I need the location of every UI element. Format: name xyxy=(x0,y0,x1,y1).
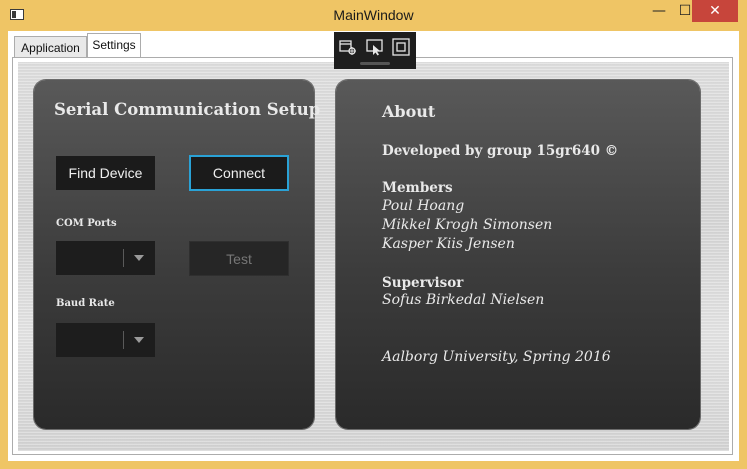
supervisor-heading: Supervisor xyxy=(382,275,464,291)
toolbar-grip[interactable] xyxy=(360,62,390,65)
window-title: MainWindow xyxy=(333,7,414,23)
tab-settings[interactable]: Settings xyxy=(87,33,141,58)
find-device-button[interactable]: Find Device xyxy=(56,156,155,190)
chevron-down-icon[interactable] xyxy=(134,337,144,343)
about-title: About xyxy=(382,102,436,121)
members-heading: Members xyxy=(382,180,453,196)
about-panel: About Developed by group 15gr640 © Membe… xyxy=(336,80,700,429)
developed-by-text: Developed by group 15gr640 © xyxy=(382,143,619,159)
layout-adorner-icon[interactable] xyxy=(392,38,410,56)
test-button[interactable]: Test xyxy=(189,241,289,276)
supervisor-name: Sofus Birkedal Nielsen xyxy=(382,292,545,308)
connect-button[interactable]: Connect xyxy=(189,155,289,191)
university-footer: Aalborg University, Spring 2016 xyxy=(382,349,611,365)
serial-setup-panel: Serial Communication Setup Find Device C… xyxy=(34,80,320,429)
pointer-select-icon[interactable] xyxy=(366,38,384,56)
debug-toolbar xyxy=(334,32,416,69)
member-name: Kasper Kiis Jensen xyxy=(382,236,515,252)
com-ports-label: COM Ports xyxy=(56,218,117,229)
member-name: Poul Hoang xyxy=(382,198,465,214)
title-bar[interactable]: MainWindow — ☐ ✕ xyxy=(0,0,747,31)
combobox-separator xyxy=(123,249,124,267)
serial-setup-title: Serial Communication Setup xyxy=(54,100,321,119)
baud-rate-combobox[interactable] xyxy=(56,323,155,357)
chevron-down-icon[interactable] xyxy=(134,255,144,261)
com-ports-combobox[interactable] xyxy=(56,241,155,275)
window-frame: MainWindow — ☐ ✕ Application Settings Se… xyxy=(0,0,747,469)
member-name: Mikkel Krogh Simonsen xyxy=(382,217,553,233)
combobox-separator xyxy=(123,331,124,349)
baud-rate-label: Baud Rate xyxy=(56,298,115,309)
tab-application[interactable]: Application xyxy=(14,36,87,57)
close-button[interactable]: ✕ xyxy=(692,0,738,22)
select-element-icon[interactable] xyxy=(339,38,357,56)
